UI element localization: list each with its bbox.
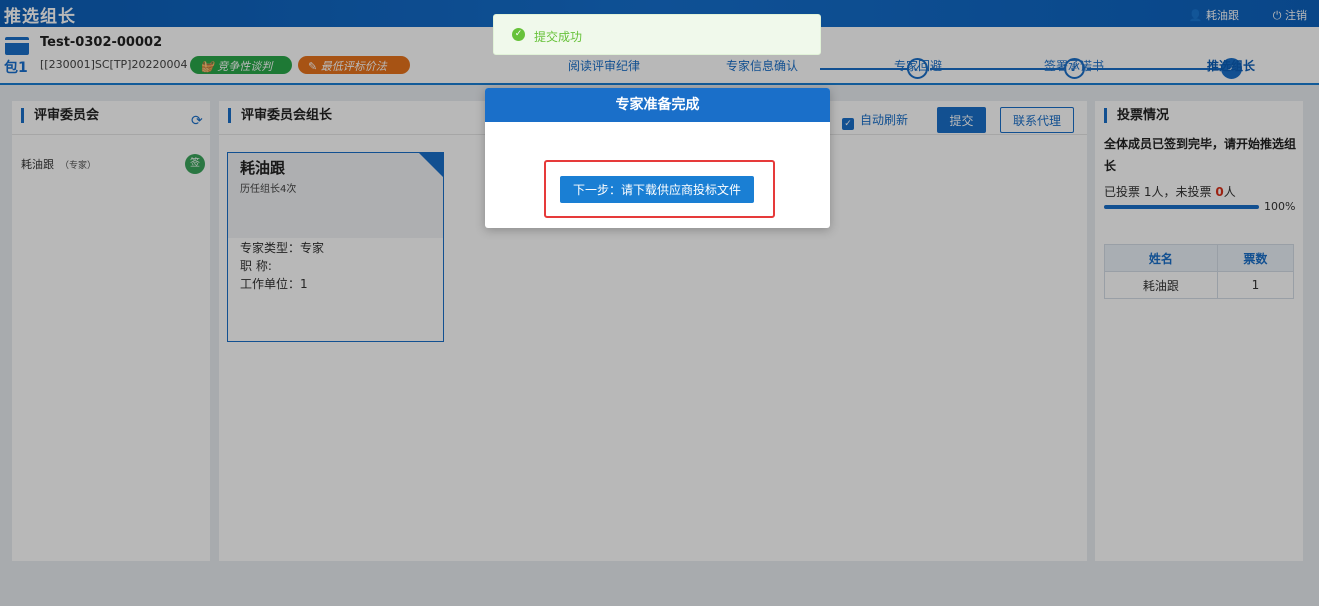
- next-step-button[interactable]: 下一步：请下载供应商投标文件: [560, 176, 754, 203]
- toast-message: 提交成功: [534, 30, 583, 44]
- dialog-title: 专家准备完成: [485, 88, 830, 122]
- check-circle-icon: ✓: [512, 28, 525, 41]
- success-toast: ✓ 提交成功: [493, 14, 821, 55]
- ready-dialog: 专家准备完成 下一步：请下载供应商投标文件: [485, 88, 830, 228]
